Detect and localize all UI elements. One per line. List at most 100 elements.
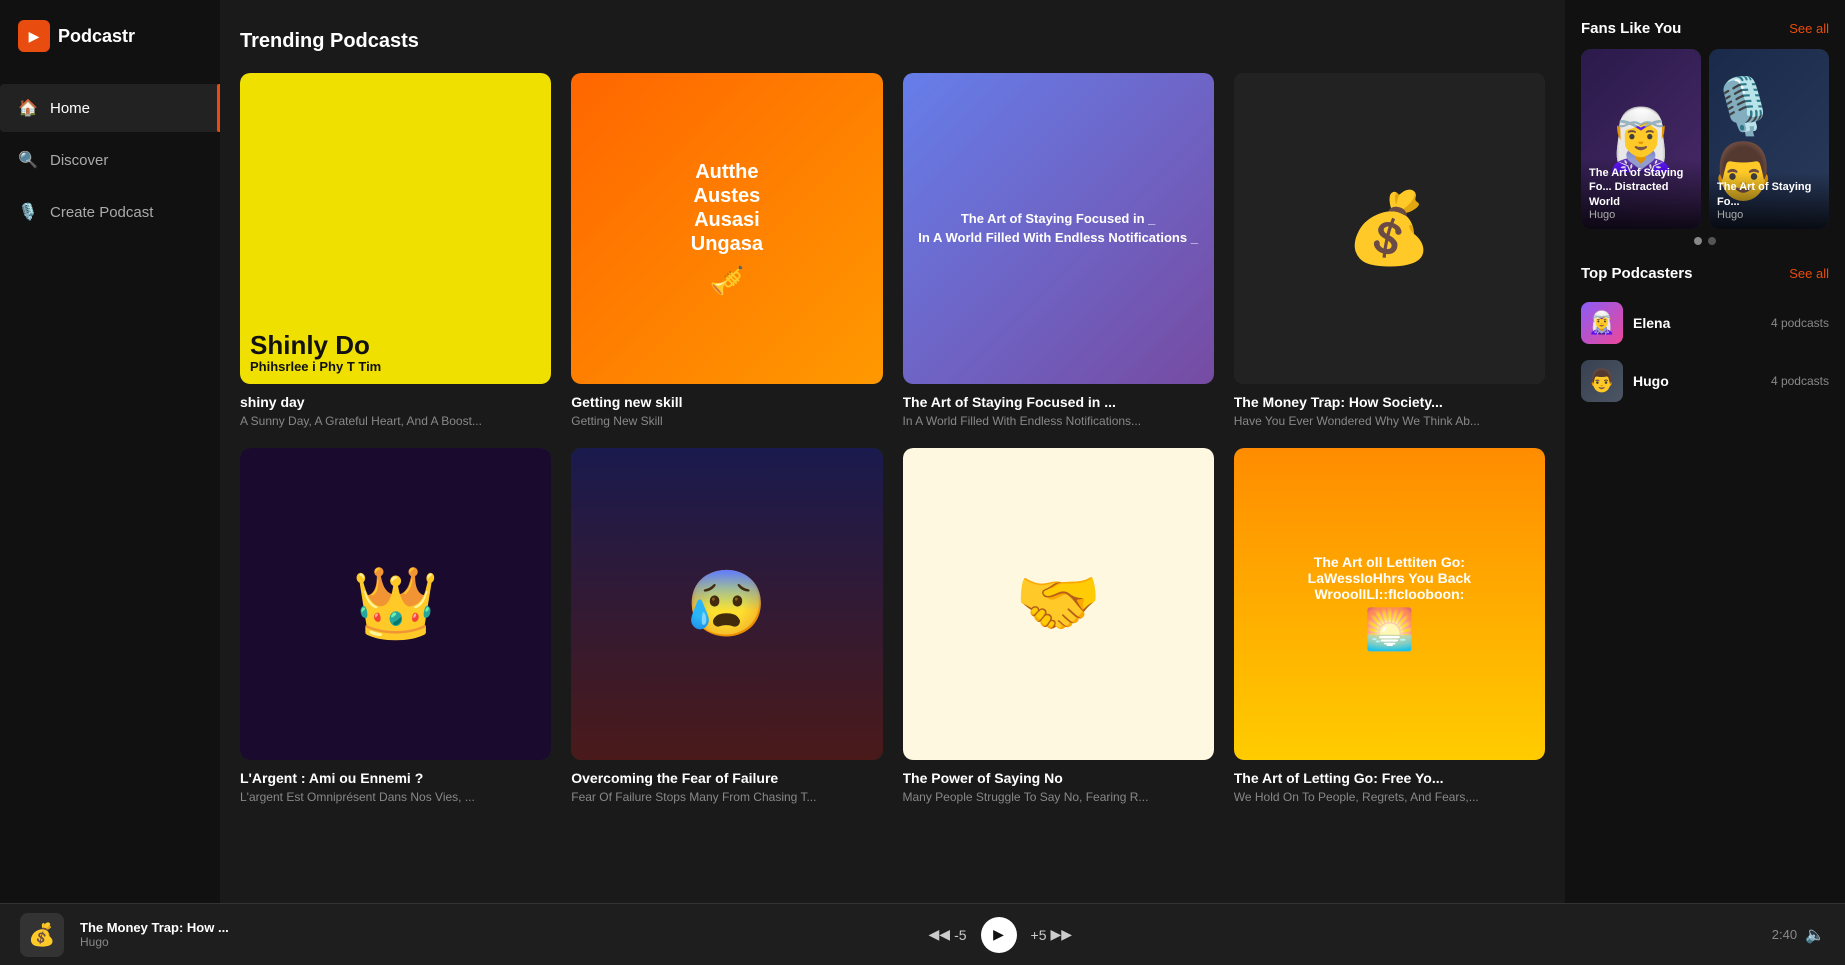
fans-see-all[interactable]: See all xyxy=(1789,21,1829,36)
fans-carousel: 🧝‍♀️ The Art of Staying Fo... Distracted… xyxy=(1581,49,1829,229)
fan-card-0-name: The Art of Staying Fo... Distracted Worl… xyxy=(1589,166,1693,209)
app-name: Podcastr xyxy=(58,26,135,47)
fan-card-1-overlay: The Art of Staying Fo... Hugo xyxy=(1709,172,1829,229)
podcast-name-3: The Money Trap: How Society... xyxy=(1234,394,1545,410)
podcaster-name-hugo: Hugo xyxy=(1633,373,1761,389)
discover-icon: 🔍 xyxy=(18,150,38,170)
top-podcasters-title: Top Podcasters xyxy=(1581,265,1692,282)
podcast-desc-7: We Hold On To People, Regrets, And Fears… xyxy=(1234,790,1545,804)
podcast-name-4: L'Argent : Ami ou Ennemi ? xyxy=(240,770,551,786)
sidebar-item-discover[interactable]: 🔍 Discover xyxy=(0,136,220,184)
thumb-fear: 😰 xyxy=(571,448,882,759)
podcast-thumb-fear: 😰 xyxy=(571,448,882,759)
thumb-money: 💰 xyxy=(1234,73,1545,384)
player-title: The Money Trap: How ... xyxy=(80,920,229,935)
player-info: The Money Trap: How ... Hugo xyxy=(80,920,229,949)
podcast-name-6: The Power of Saying No xyxy=(903,770,1214,786)
play-icon: ▶ xyxy=(993,926,1004,943)
thumb-letting: The Art oll Lettiten Go:LaWessIoHhrs You… xyxy=(1234,448,1545,759)
home-icon: 🏠 xyxy=(18,98,38,118)
sidebar-item-home-label: Home xyxy=(50,100,90,117)
main-content: Trending Podcasts Shinly Do Phihsrlee i … xyxy=(220,0,1565,965)
fans-title: Fans Like You xyxy=(1581,20,1681,37)
player-timestamp: 2:40 xyxy=(1772,927,1797,942)
podcast-desc-4: L'argent Est Omniprésent Dans Nos Vies, … xyxy=(240,790,551,804)
sidebar-item-create-label: Create Podcast xyxy=(50,204,153,221)
sidebar: ▶ Podcastr 🏠 Home 🔍 Discover 🎙️ Create P… xyxy=(0,0,220,965)
podcast-name-7: The Art of Letting Go: Free Yo... xyxy=(1234,770,1545,786)
create-icon: 🎙️ xyxy=(18,202,38,222)
fan-card-0-author: Hugo xyxy=(1589,209,1693,221)
fan-card-1[interactable]: 🎙️👨 The Art of Staying Fo... Hugo xyxy=(1709,49,1829,229)
podcast-desc-2: In A World Filled With Endless Notificat… xyxy=(903,414,1214,428)
podcast-thumb-skill: AuttheAustesAusasiUngasa 🎺 xyxy=(571,73,882,384)
podcast-thumb-shiny-day: Shinly Do Phihsrlee i Phy T Tim xyxy=(240,73,551,384)
player-thumb: 💰 xyxy=(20,913,64,957)
podcast-card-argent[interactable]: 👑 L'Argent : Ami ou Ennemi ? L'argent Es… xyxy=(240,448,551,803)
sidebar-item-create[interactable]: 🎙️ Create Podcast xyxy=(0,188,220,236)
thumb-saying: 🤝 xyxy=(903,448,1214,759)
skip-forward-label: +5 xyxy=(1031,927,1047,943)
skip-back-button[interactable]: ◀◀ -5 xyxy=(929,926,967,943)
bottom-player: 💰 The Money Trap: How ... Hugo ◀◀ -5 ▶ +… xyxy=(0,903,1845,965)
podcast-desc-3: Have You Ever Wondered Why We Think Ab..… xyxy=(1234,414,1545,428)
podcast-card-letting[interactable]: The Art oll Lettiten Go:LaWessIoHhrs You… xyxy=(1234,448,1545,803)
sidebar-item-home[interactable]: 🏠 Home xyxy=(0,84,220,132)
podcast-card-focused[interactable]: The Art of Staying Focused in _In A Worl… xyxy=(903,73,1214,428)
podcaster-item-hugo[interactable]: 👨 Hugo 4 podcasts xyxy=(1581,352,1829,410)
trending-grid: Shinly Do Phihsrlee i Phy T Tim shiny da… xyxy=(240,73,1545,804)
player-time-area: 2:40 🔈 xyxy=(1772,925,1825,945)
player-author: Hugo xyxy=(80,935,229,949)
player-controls: ◀◀ -5 ▶ +5 ▶▶ xyxy=(245,917,1756,953)
volume-icon[interactable]: 🔈 xyxy=(1805,925,1825,945)
skip-back-label: -5 xyxy=(954,927,966,943)
podcast-card-skill[interactable]: AuttheAustesAusasiUngasa 🎺 Getting new s… xyxy=(571,73,882,428)
right-panel: Fans Like You See all 🧝‍♀️ The Art of St… xyxy=(1565,0,1845,905)
podcaster-count-hugo: 4 podcasts xyxy=(1771,374,1829,388)
podcast-card-shiny-day[interactable]: Shinly Do Phihsrlee i Phy T Tim shiny da… xyxy=(240,73,551,428)
podcast-name-2: The Art of Staying Focused in ... xyxy=(903,394,1214,410)
fan-card-1-author: Hugo xyxy=(1717,209,1821,221)
skip-forward-button[interactable]: +5 ▶▶ xyxy=(1031,926,1073,943)
carousel-dots xyxy=(1581,237,1829,245)
podcast-thumb-focused: The Art of Staying Focused in _In A Worl… xyxy=(903,73,1214,384)
podcast-thumb-letting: The Art oll Lettiten Go:LaWessIoHhrs You… xyxy=(1234,448,1545,759)
logo-area: ▶ Podcastr xyxy=(0,0,220,82)
fan-card-1-name: The Art of Staying Fo... xyxy=(1717,180,1821,209)
podcaster-count-elena: 4 podcasts xyxy=(1771,316,1829,330)
podcaster-avatar-hugo: 👨 xyxy=(1581,360,1623,402)
podcasters-see-all[interactable]: See all xyxy=(1789,266,1829,281)
podcast-name-0: shiny day xyxy=(240,394,551,410)
podcast-card-money[interactable]: 💰 The Money Trap: How Society... Have Yo… xyxy=(1234,73,1545,428)
podcast-card-saying[interactable]: 🤝 The Power of Saying No Many People Str… xyxy=(903,448,1214,803)
skip-forward-icon: ▶▶ xyxy=(1050,926,1072,943)
podcast-desc-0: A Sunny Day, A Grateful Heart, And A Boo… xyxy=(240,414,551,428)
podcaster-name-elena: Elena xyxy=(1633,315,1761,331)
podcast-name-5: Overcoming the Fear of Failure xyxy=(571,770,882,786)
podcast-thumb-money: 💰 xyxy=(1234,73,1545,384)
podcast-desc-1: Getting New Skill xyxy=(571,414,882,428)
podcast-desc-5: Fear Of Failure Stops Many From Chasing … xyxy=(571,790,882,804)
sidebar-item-discover-label: Discover xyxy=(50,152,108,169)
logo-icon: ▶ xyxy=(18,20,50,52)
fans-section-header: Fans Like You See all xyxy=(1581,20,1829,37)
podcasters-section-header: Top Podcasters See all xyxy=(1581,265,1829,282)
podcaster-item-elena[interactable]: 🧝‍♀️ Elena 4 podcasts xyxy=(1581,294,1829,352)
thumb-skill: AuttheAustesAusasiUngasa 🎺 xyxy=(571,73,882,384)
dot-0[interactable] xyxy=(1694,237,1702,245)
fan-card-0-overlay: The Art of Staying Fo... Distracted Worl… xyxy=(1581,158,1701,229)
podcaster-avatar-elena: 🧝‍♀️ xyxy=(1581,302,1623,344)
podcast-thumb-saying: 🤝 xyxy=(903,448,1214,759)
thumb-shiny-day: Shinly Do Phihsrlee i Phy T Tim xyxy=(240,73,551,384)
podcast-name-1: Getting new skill xyxy=(571,394,882,410)
podcast-card-fear[interactable]: 😰 Overcoming the Fear of Failure Fear Of… xyxy=(571,448,882,803)
play-button[interactable]: ▶ xyxy=(981,917,1017,953)
thumb-focused: The Art of Staying Focused in _In A Worl… xyxy=(903,73,1214,384)
thumb-argent: 👑 xyxy=(240,448,551,759)
fan-card-0[interactable]: 🧝‍♀️ The Art of Staying Fo... Distracted… xyxy=(1581,49,1701,229)
podcast-desc-6: Many People Struggle To Say No, Fearing … xyxy=(903,790,1214,804)
trending-title: Trending Podcasts xyxy=(240,30,1545,53)
podcast-thumb-argent: 👑 xyxy=(240,448,551,759)
skip-back-icon: ◀◀ xyxy=(929,926,951,943)
dot-1[interactable] xyxy=(1708,237,1716,245)
